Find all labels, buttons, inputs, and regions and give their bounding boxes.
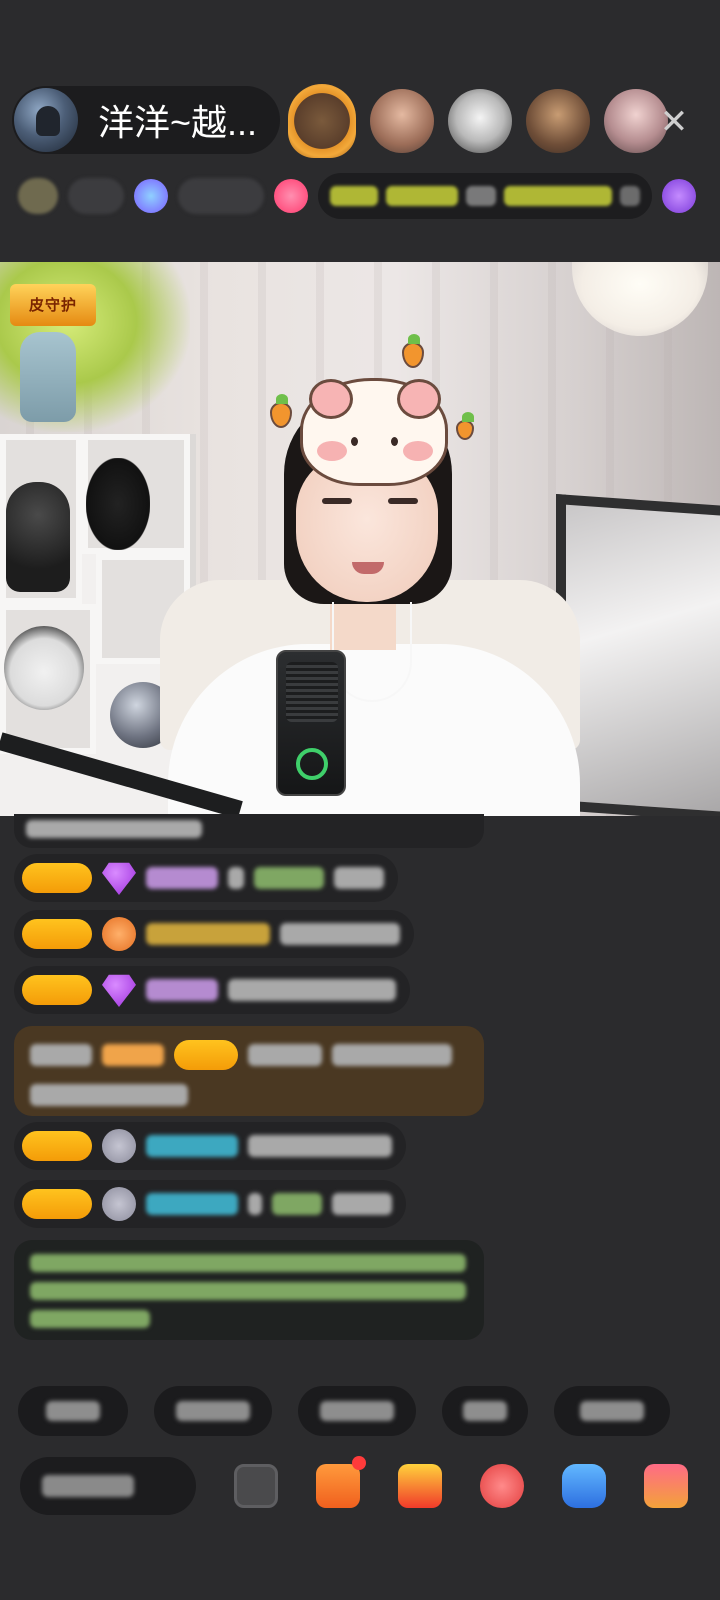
quick-reply-chip[interactable] [442,1386,528,1436]
system-text [30,1254,466,1272]
user-icon [102,1187,136,1221]
chat-text [332,1044,452,1066]
streamer-eye [322,498,352,504]
chat-text [228,979,396,1001]
chat-message[interactable] [14,910,414,958]
chat-username [146,1193,238,1215]
chat-text [228,867,244,889]
live-video[interactable]: 皮守护 [0,262,720,816]
video-plush [4,626,84,710]
gift-icon[interactable] [662,179,696,213]
heart-icon[interactable] [274,179,308,213]
chat-message[interactable] [14,1122,406,1170]
chat-text [280,923,400,945]
level-badge [22,919,92,949]
level-badge [174,1040,238,1070]
notice-strip[interactable] [318,173,652,219]
bottom-toolbar [20,1456,710,1516]
quick-reply-bar [18,1386,670,1436]
chat-username [146,979,218,1001]
chat-input-placeholder [42,1475,134,1497]
gem-icon [102,862,136,895]
badge-icon[interactable] [134,179,168,213]
system-text [30,1310,150,1328]
video-figurine [6,482,70,592]
viewer-avatar[interactable] [288,84,356,158]
chat-username [272,1193,322,1215]
gem-icon [102,974,136,1007]
rank-tag[interactable] [18,178,58,214]
notice-text [620,186,640,206]
live-room-screen: 洋洋~越... ✕ 皮守护 [0,0,720,1600]
level-badge [22,975,92,1005]
streamer-eye [388,498,418,504]
quick-reply-chip[interactable] [18,1386,128,1436]
viewer-avatar[interactable] [526,89,590,153]
viewer-avatar[interactable] [448,89,512,153]
bunny-sticker [300,378,448,486]
gift-icon[interactable] [644,1464,688,1508]
notification-dot [352,1456,366,1470]
host-info-pill[interactable]: 洋洋~越... [12,86,280,154]
chat-text [334,867,384,889]
guard-badge: 皮守护 [10,284,96,326]
game-icon[interactable] [562,1464,606,1508]
chat-username [146,923,270,945]
fans-tag[interactable] [178,178,264,214]
level-badge [22,863,92,893]
system-text [30,1282,466,1300]
gift-icon [102,1044,164,1066]
notice-text [330,186,378,206]
host-avatar[interactable] [14,88,78,152]
quick-reply-chip[interactable] [154,1386,272,1436]
microphone [276,650,346,796]
close-icon[interactable]: ✕ [652,100,696,144]
top-viewers-list [288,84,668,158]
chat-username [254,867,324,889]
quick-reply-chip[interactable] [298,1386,416,1436]
video-vase [20,332,76,422]
notice-text [386,186,458,206]
chat-message[interactable] [14,854,398,902]
chat-username [248,1044,322,1066]
chat-text [30,1084,188,1106]
level-badge [22,1131,92,1161]
quick-reply-chip[interactable] [554,1386,670,1436]
viewer-avatar[interactable] [370,89,434,153]
chat-message[interactable] [14,814,484,848]
chat-message[interactable] [14,1180,406,1228]
chat-text [332,1193,392,1215]
gift-message[interactable] [14,1026,484,1116]
video-artwork [556,494,720,816]
video-figurine [86,458,150,550]
rank-tag[interactable] [68,178,124,214]
host-name: 洋洋~越... [98,102,258,143]
level-badge [22,1189,92,1219]
emoji-icon[interactable] [234,1464,278,1508]
chat-username [146,867,218,889]
activity-icon[interactable] [316,1456,366,1508]
system-message [14,1240,484,1340]
room-info-bar [18,170,708,222]
lucky-icon[interactable] [480,1464,524,1508]
gift-box-icon[interactable] [398,1464,442,1508]
user-icon [102,1129,136,1163]
chat-username [146,1135,238,1157]
fan-icon [102,917,136,951]
notice-text [466,186,496,206]
chat-input[interactable] [20,1457,196,1515]
chat-text [248,1193,262,1215]
notice-text [504,186,612,206]
chat-username [30,1044,92,1066]
chat-message[interactable] [14,966,410,1014]
chat-text [248,1135,392,1157]
